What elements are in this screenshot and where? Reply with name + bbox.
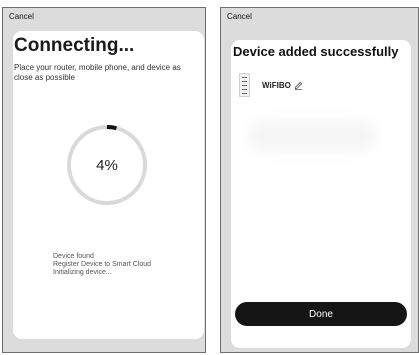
blurred-region bbox=[249, 120, 375, 152]
pencil-icon[interactable] bbox=[294, 81, 303, 90]
device-row[interactable]: WiFIBO bbox=[239, 73, 303, 97]
progress-percent: 4% bbox=[96, 156, 118, 174]
device-thumbnail-icon bbox=[239, 73, 250, 97]
connecting-screen: Cancel Connecting... Place your router, … bbox=[2, 7, 206, 353]
done-button[interactable]: Done bbox=[235, 302, 407, 326]
placement-hint: Place your router, mobile phone, and dev… bbox=[14, 63, 181, 82]
cancel-button[interactable]: Cancel bbox=[9, 12, 34, 21]
success-screen: Cancel Device added successfully WiFIBO … bbox=[220, 7, 419, 353]
cancel-button[interactable]: Cancel bbox=[227, 12, 252, 21]
progress-ring: 4% bbox=[64, 122, 150, 208]
status-steps: Device found Register Device to Smart Cl… bbox=[53, 253, 151, 277]
status-step: Device found bbox=[53, 253, 94, 260]
status-step: Register Device to Smart Cloud bbox=[53, 261, 152, 268]
device-name: WiFIBO bbox=[262, 80, 291, 90]
page-title: Device added successfully bbox=[233, 44, 399, 59]
status-step: Initializing device... bbox=[53, 269, 112, 276]
page-title: Connecting... bbox=[14, 35, 135, 56]
